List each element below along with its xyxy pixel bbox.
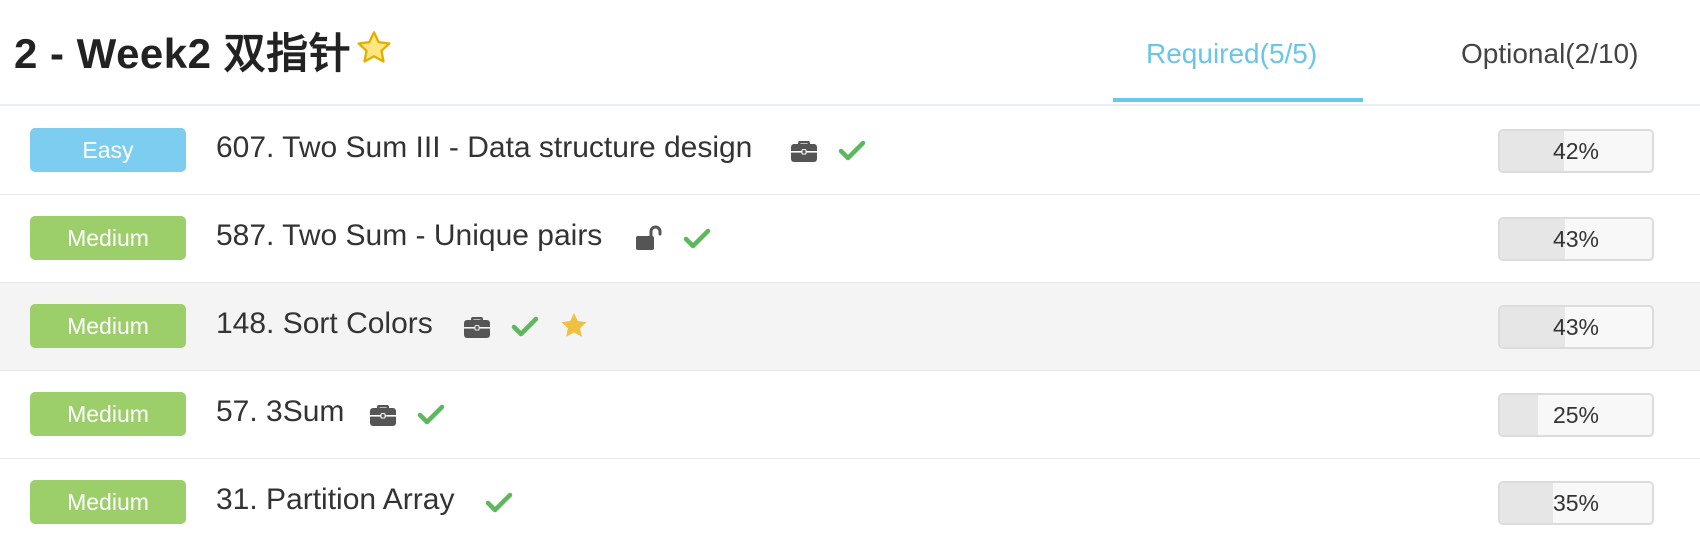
check-icon xyxy=(683,228,711,249)
problem-row[interactable]: Medium 31. Partition Array 35% xyxy=(0,459,1700,542)
star-icon[interactable] xyxy=(558,310,590,342)
briefcase-icon xyxy=(791,141,817,162)
problem-title[interactable]: 148. Sort Colors xyxy=(216,307,433,341)
acceptance-rate-label: 42% xyxy=(1552,138,1600,164)
difficulty-badge: Easy xyxy=(30,128,186,172)
acceptance-rate-label: 25% xyxy=(1552,402,1600,428)
acceptance-rate-label: 35% xyxy=(1552,490,1600,516)
unlock-icon xyxy=(636,225,662,250)
acceptance-rate: 35% xyxy=(1498,481,1654,525)
check-icon xyxy=(485,492,513,513)
difficulty-badge: Medium xyxy=(30,480,186,524)
acceptance-rate: 42% xyxy=(1498,129,1654,173)
page-title: 2 - Week2 双指针 xyxy=(14,30,352,77)
acceptance-rate: 43% xyxy=(1498,305,1654,349)
problem-title[interactable]: 587. Two Sum - Unique pairs xyxy=(216,219,602,253)
problem-row[interactable]: Medium 587. Two Sum - Unique pairs 43% xyxy=(0,195,1700,283)
acceptance-rate-label: 43% xyxy=(1552,314,1600,340)
acceptance-rate-label: 43% xyxy=(1552,226,1600,252)
favorite-star-icon[interactable] xyxy=(354,28,394,68)
acceptance-rate: 25% xyxy=(1498,393,1654,437)
acceptance-rate: 43% xyxy=(1498,217,1654,261)
difficulty-badge: Medium xyxy=(30,216,186,260)
check-icon xyxy=(511,316,539,337)
tab-optional[interactable]: Optional(2/10) xyxy=(1461,38,1638,70)
difficulty-badge: Medium xyxy=(30,304,186,348)
difficulty-badge: Medium xyxy=(30,392,186,436)
check-icon xyxy=(417,404,445,425)
problem-row[interactable]: Easy 607. Two Sum III - Data structure d… xyxy=(0,107,1700,195)
page-header: 2 - Week2 双指针 Required(5/5) Optional(2/1… xyxy=(0,0,1700,106)
briefcase-icon xyxy=(464,317,490,338)
problem-row[interactable]: Medium 148. Sort Colors 43% xyxy=(0,283,1700,371)
active-tab-indicator xyxy=(1113,98,1363,102)
check-icon xyxy=(838,140,866,161)
problem-title[interactable]: 31. Partition Array xyxy=(216,483,454,517)
problem-title[interactable]: 607. Two Sum III - Data structure design xyxy=(216,131,752,165)
problem-title[interactable]: 57. 3Sum xyxy=(216,395,344,429)
problem-row[interactable]: Medium 57. 3Sum 25% xyxy=(0,371,1700,459)
tab-required[interactable]: Required(5/5) xyxy=(1146,38,1317,70)
briefcase-icon xyxy=(370,405,396,426)
